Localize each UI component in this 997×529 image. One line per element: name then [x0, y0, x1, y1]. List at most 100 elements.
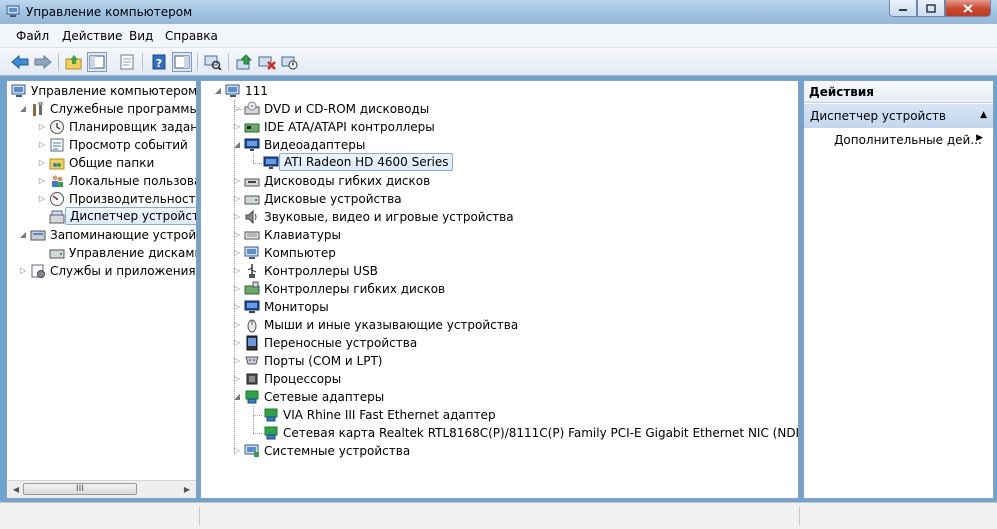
users-icon [52, 175, 63, 187]
back-button[interactable] [10, 52, 30, 72]
monitor-icon [244, 300, 260, 313]
console-tree-item-label: Управление дисками [69, 246, 197, 260]
collapse-arrow-icon[interactable]: ◢ [18, 100, 28, 118]
properties-icon [120, 54, 134, 70]
console-tree-item-label: Локальные пользовате [69, 174, 196, 188]
forward-icon [34, 55, 52, 69]
submenu-arrow-icon[interactable]: ▶ [976, 133, 983, 143]
tree-connector [253, 154, 254, 163]
collapse-arrow-icon[interactable]: ◢ [213, 82, 223, 100]
disk-drive-icon [244, 195, 260, 205]
disable-button[interactable] [280, 52, 300, 72]
menu-view[interactable]: Вид [129, 29, 153, 43]
uninstall-icon [258, 56, 276, 70]
ide-controller-icon [244, 123, 260, 133]
more-actions-item[interactable]: Дополнительные дей... [834, 133, 982, 147]
display-adapter-icon [244, 138, 260, 151]
device-tree-item-label: Системные устройства [264, 444, 411, 458]
system-device-icon [244, 444, 259, 457]
device-tree-item-label: Мыши и иные указывающие устройства [264, 318, 519, 332]
device-tree-item-label: Видеоадаптеры [264, 138, 366, 152]
svg-text:?: ? [156, 57, 162, 70]
expand-arrow-icon[interactable]: ▷ [37, 118, 47, 136]
floppy-drive-icon [244, 178, 260, 187]
show-action-pane-button[interactable] [172, 52, 192, 72]
port-icon [245, 356, 259, 365]
uninstall-button[interactable] [257, 52, 277, 72]
clock-icon [50, 120, 64, 134]
scroll-right-arrow[interactable]: ▶ [181, 484, 193, 495]
show-tree-button[interactable] [87, 52, 107, 72]
mouse-icon [247, 319, 257, 333]
device-manager-icon [49, 210, 65, 224]
shared-folder-icon [49, 158, 65, 170]
tree-connector [253, 406, 254, 433]
scan-hardware-button[interactable] [203, 52, 223, 72]
minimize-button[interactable] [889, 0, 917, 17]
device-tree-item-label: Контроллеры гибких дисков [264, 282, 446, 296]
console-tree-item-label: Планировщик заданий [69, 120, 197, 134]
expand-arrow-icon[interactable]: ▷ [37, 190, 47, 208]
menu-bar: Файл Действие Вид Справка [0, 24, 997, 48]
console-tree-pane[interactable]: Управление компьютером (л ◢ Служебные прог… [6, 80, 197, 499]
actions-section-device-manager[interactable]: Диспетчер устройств ▲ [804, 104, 993, 128]
console-tree-item-label: Диспетчер устройств [65, 207, 196, 225]
maximize-button[interactable] [917, 0, 945, 17]
window-title: Управление компьютером [26, 5, 193, 19]
device-tree-item-label: Контроллеры USB [264, 264, 378, 278]
device-tree-item-label: Дисковые устройства [264, 192, 402, 206]
menu-action[interactable]: Действие [62, 29, 122, 43]
horizontal-scrollbar[interactable]: ◀ III ▶ [7, 480, 196, 498]
tree-connector [253, 163, 262, 164]
tree-connector [253, 433, 262, 434]
status-bar [0, 502, 997, 529]
expand-arrow-icon[interactable]: ▷ [37, 136, 47, 154]
up-button[interactable] [64, 52, 84, 72]
expand-arrow-icon[interactable]: ▷ [37, 154, 47, 172]
computer-icon [244, 246, 259, 259]
portable-device-icon [246, 335, 258, 351]
collapse-arrow-icon[interactable]: ◢ [18, 226, 28, 244]
expand-arrow-icon[interactable]: ▷ [18, 262, 28, 280]
menu-file[interactable]: Файл [16, 29, 49, 43]
device-tree-item-label: VIA Rhine III Fast Ethernet адаптер [283, 408, 496, 422]
device-tree-item-label: Сетевая карта Realtek RTL8168C(P)/8111C(… [283, 426, 799, 440]
scroll-left-arrow[interactable]: ◀ [10, 484, 22, 495]
console-tree-item-label: Службы и приложения [50, 264, 196, 278]
help-button[interactable]: ? [149, 52, 169, 72]
forward-button[interactable] [33, 52, 53, 72]
collapse-icon[interactable]: ▲ [980, 110, 987, 120]
network-adapter-icon [264, 408, 278, 422]
dvd-drive-icon [244, 101, 260, 115]
event-viewer-icon [50, 138, 64, 152]
device-tree-pane[interactable]: ◢ 111 ▷ DVD и CD-ROM дисководы ▷ IDE ATA/ATAP… [200, 80, 799, 499]
device-tree-item-label: Порты (COM и LPT) [264, 354, 383, 368]
close-button[interactable] [945, 0, 991, 17]
title-bar[interactable]: Управление компьютером [0, 0, 997, 24]
usb-icon [247, 264, 257, 278]
console-tree-item-label: Общие папки [69, 156, 155, 170]
device-tree-item-label: Переносные устройства [264, 336, 418, 350]
actions-pane: Действия Диспетчер устройств ▲ Дополните… [803, 80, 994, 499]
tools-icon [33, 102, 43, 116]
menu-help[interactable]: Справка [165, 29, 218, 43]
disk-management-icon [49, 249, 65, 259]
properties-button[interactable] [117, 52, 137, 72]
performance-icon [50, 192, 64, 206]
help-icon: ? [152, 54, 166, 70]
console-tree-item-label: Производительность [69, 192, 197, 206]
scroll-thumb[interactable]: III [23, 483, 137, 495]
update-driver-button[interactable] [234, 52, 254, 72]
network-adapter-icon [245, 390, 259, 404]
processor-icon [246, 373, 258, 385]
back-icon [11, 55, 29, 69]
device-tree-item-label: IDE ATA/ATAPI контроллеры [264, 120, 435, 134]
disable-icon [281, 56, 298, 70]
services-icon [31, 264, 45, 278]
tree-connector [234, 109, 243, 110]
expand-arrow-icon[interactable]: ▷ [37, 172, 47, 190]
device-tree-item-label: Процессоры [264, 372, 342, 386]
device-tree-item-label: Звуковые, видео и игровые устройства [264, 210, 514, 224]
computer-icon [225, 84, 240, 97]
console-tree-item-label: Служебные программы [50, 102, 197, 116]
